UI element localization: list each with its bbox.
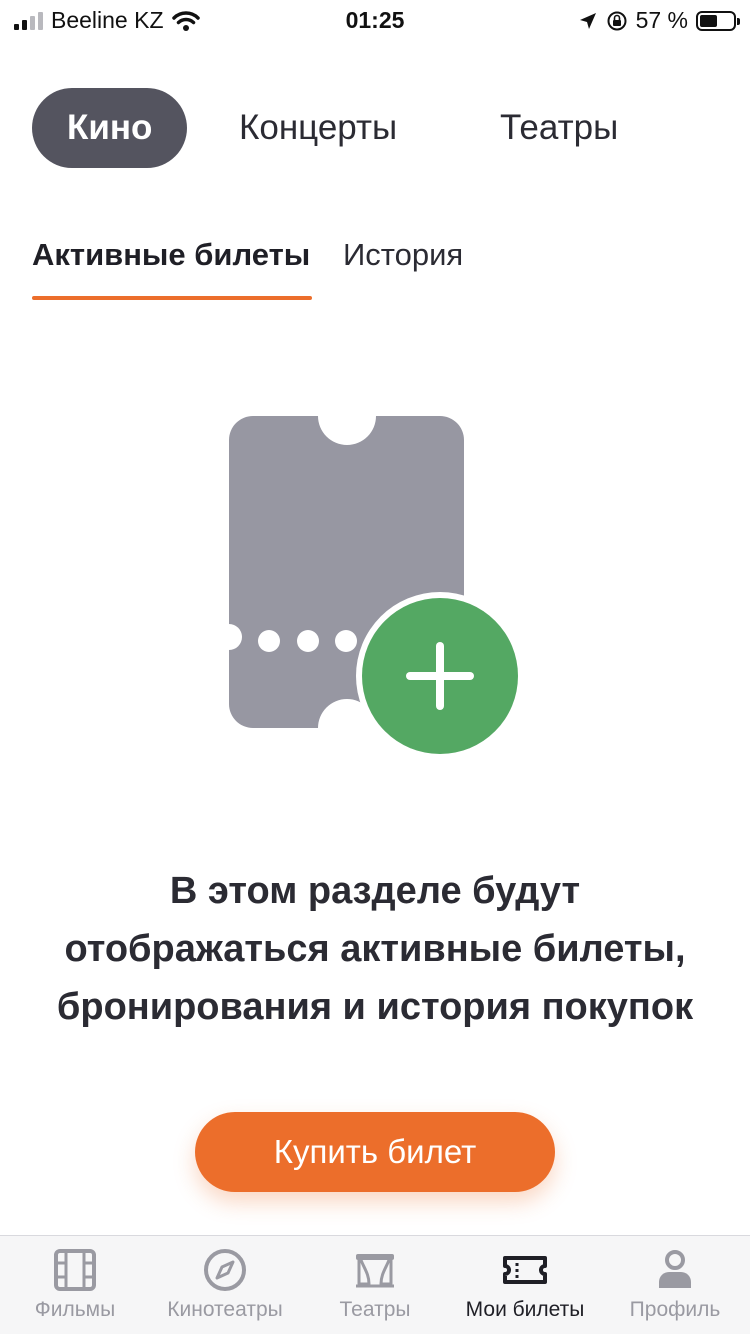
battery-level [700,14,717,27]
theatre-stage-icon [356,1254,394,1288]
nav-label: Профиль [629,1298,721,1321]
empty-state-line: бронирования и история покупок [56,986,694,1028]
bottom-navigation: Фильмы Кинотеатры Театры Мои билеты Проф… [0,1235,750,1334]
tab-history[interactable]: История [343,232,463,278]
nav-label: Мои билеты [465,1298,585,1321]
battery-icon [696,10,740,31]
nav-label: Кинотеатры [167,1298,283,1321]
nav-label: Фильмы [34,1298,116,1321]
empty-state-line: отображаться активные билеты, [64,928,686,970]
nav-theatres[interactable]: Театры [300,1236,450,1334]
nav-label: Театры [339,1298,411,1321]
location-arrow-icon [579,12,596,29]
nav-my-tickets[interactable]: Мои билеты [450,1236,600,1334]
empty-state-illustration [225,408,525,768]
category-tabs: Кино Концерты Театры [32,88,750,168]
buy-ticket-button[interactable]: Купить билет [195,1112,555,1192]
tab-active-tickets[interactable]: Активные билеты [32,232,310,278]
tab-theatres[interactable]: Театры [500,88,618,168]
compass-icon [204,1249,246,1291]
ticket-icon [503,1256,547,1284]
active-tab-indicator [32,296,312,300]
nav-cinemas[interactable]: Кинотеатры [150,1236,300,1334]
nav-profile[interactable]: Профиль [600,1236,750,1334]
empty-state-message: В этом разделе будут отображаться активн… [30,862,720,1036]
status-bar: Beeline KZ 01:25 57 % [0,0,750,44]
battery-percent: 57 % [635,7,688,33]
empty-state-line: В этом разделе будут [169,870,581,912]
film-icon [54,1249,96,1291]
ticket-add-icon [229,416,524,760]
nav-films[interactable]: Фильмы [0,1236,150,1334]
orientation-lock-icon [607,11,627,30]
tab-cinema[interactable]: Кино [32,88,188,168]
tab-concerts[interactable]: Концерты [239,88,397,168]
profile-icon [659,1250,691,1288]
status-right: 57 % [578,7,740,34]
